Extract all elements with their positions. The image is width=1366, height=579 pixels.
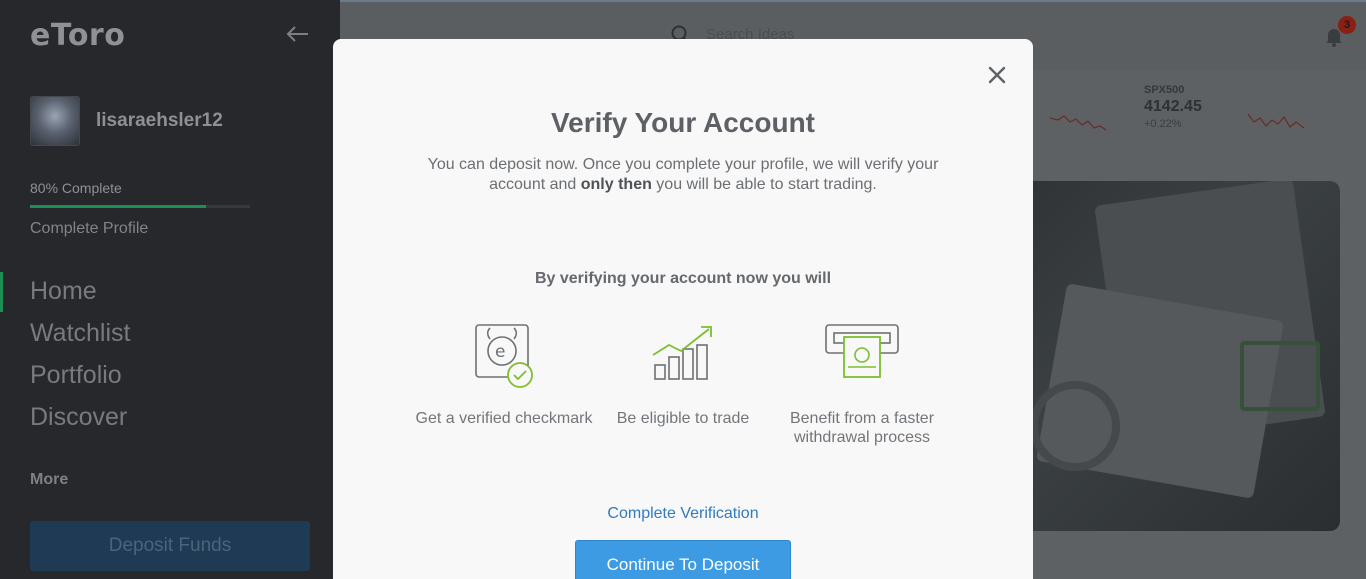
etoro-logo[interactable]: eToro	[30, 18, 125, 53]
notification-count-badge: 3	[1338, 16, 1356, 34]
profile-progress-bar	[30, 205, 250, 208]
username[interactable]: lisaraehsler12	[96, 110, 223, 132]
avatar[interactable]	[30, 96, 80, 146]
nav-item-discover[interactable]: Discover	[30, 402, 130, 444]
benefit-eligible-trade: Be eligible to trade	[583, 323, 783, 428]
modal-description: You can deposit now. Once you complete y…	[403, 155, 963, 195]
benefit-label: Get a verified checkmark	[415, 410, 593, 427]
svg-text:e: e	[495, 342, 505, 362]
banner-checkbox-shape	[1240, 341, 1320, 411]
active-nav-marker	[0, 272, 3, 312]
profile-progress-label: 80% Complete	[30, 180, 122, 196]
nav-item-portfolio[interactable]: Portfolio	[30, 360, 130, 402]
deposit-funds-button[interactable]: Deposit Funds	[30, 521, 310, 571]
verify-account-modal: Verify Your Account You can deposit now.…	[333, 39, 1033, 579]
benefits-heading: By verifying your account now you will	[534, 270, 832, 287]
modal-description-emphasis: only then	[580, 176, 652, 193]
verified-checkmark-icon: e	[475, 324, 533, 388]
nav-item-home[interactable]: Home	[30, 276, 130, 318]
continue-to-deposit-button[interactable]: Continue To Deposit	[575, 540, 791, 579]
banner-ring-shape	[1030, 381, 1120, 471]
more-menu[interactable]: More	[30, 471, 68, 489]
modal-title: Verify Your Account	[551, 107, 815, 138]
ticker-sparkline-right	[1247, 108, 1305, 139]
promo-banner[interactable]	[1010, 181, 1340, 531]
ticker-change: +0.22%	[1144, 118, 1182, 130]
atm-withdrawal-icon	[825, 324, 899, 378]
profile-progress-fill	[30, 205, 206, 208]
ticker-spx500[interactable]: SPX500 4142.45 +0.22%	[1144, 84, 1202, 130]
ticker-sparkline-left	[1049, 108, 1107, 139]
close-icon[interactable]	[987, 65, 1007, 85]
benefit-faster-withdrawal: Benefit from a faster withdrawal process	[762, 323, 962, 447]
growth-chart-icon	[652, 326, 712, 380]
complete-verification-link[interactable]: Complete Verification	[333, 505, 1033, 523]
benefit-label: Benefit from a faster withdrawal process	[789, 410, 935, 446]
sidebar: eToro lisaraehsler12 80% Complete Comple…	[0, 0, 340, 579]
collapse-sidebar-icon[interactable]	[284, 22, 310, 46]
complete-profile-link[interactable]: Complete Profile	[30, 220, 148, 238]
benefit-verified-checkmark: e Get a verified checkmark	[404, 323, 604, 428]
ticker-symbol: SPX500	[1144, 84, 1185, 96]
modal-description-text-end: you will be able to start trading.	[651, 176, 877, 193]
nav-item-watchlist[interactable]: Watchlist	[30, 318, 130, 360]
ticker-price: 4142.45	[1144, 98, 1202, 115]
benefit-label: Be eligible to trade	[616, 410, 750, 427]
main-nav: Home Watchlist Portfolio Discover	[30, 276, 130, 444]
